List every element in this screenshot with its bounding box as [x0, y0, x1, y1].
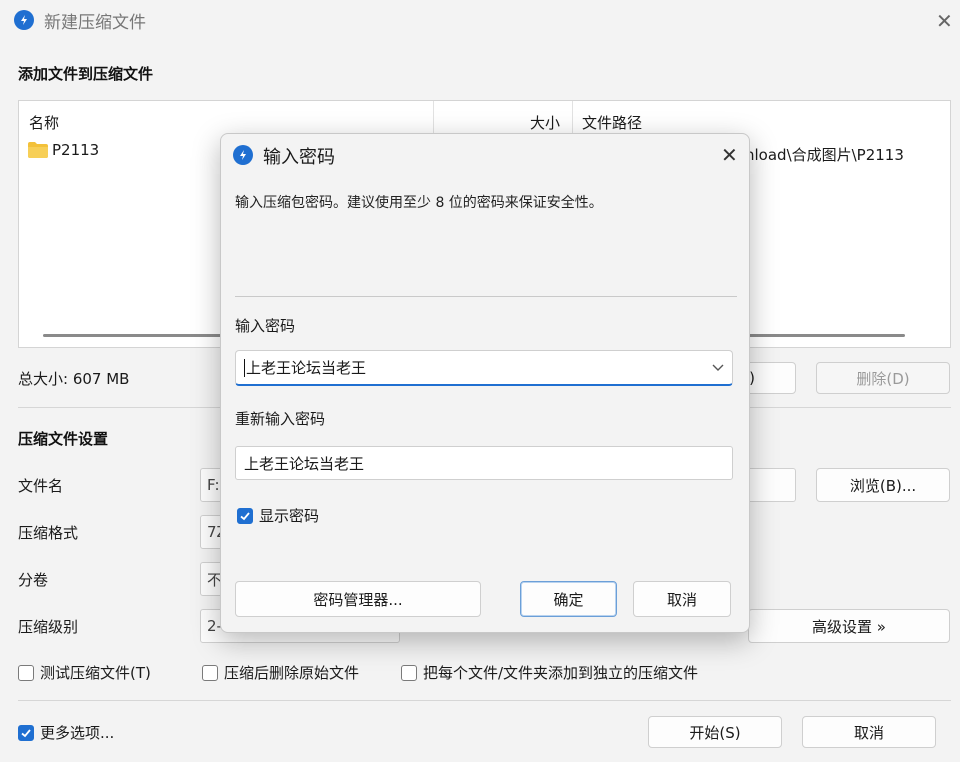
start-button-label: 开始(S)	[689, 723, 741, 742]
show-password-checkbox[interactable]	[237, 507, 253, 524]
settings-section-title: 压缩文件设置	[18, 430, 109, 448]
add-files-button-label: )	[749, 369, 755, 387]
show-password-label: 显示密码	[259, 507, 320, 525]
separate-archives-checkbox[interactable]	[401, 664, 417, 681]
more-options-option[interactable]: 更多选项...	[18, 722, 114, 743]
dialog-cancel-label: 取消	[666, 590, 697, 609]
level-label: 压缩级别	[18, 618, 79, 636]
file-name-cell: P2113	[52, 141, 100, 159]
advanced-settings-button[interactable]: 高级设置 »	[748, 609, 950, 643]
column-separator[interactable]	[572, 101, 573, 133]
dialog-cancel-button[interactable]: 取消	[633, 581, 731, 617]
footer-divider	[18, 700, 951, 701]
advanced-settings-label: 高级设置 »	[812, 617, 886, 636]
dialog-app-icon	[233, 145, 253, 165]
folder-icon	[28, 142, 48, 158]
column-header-size[interactable]: 大小	[530, 112, 560, 133]
total-size-text: 总大小: 607 MB	[18, 370, 130, 388]
table-row[interactable]: P2113	[27, 141, 99, 159]
delete-after-label: 压缩后删除原始文件	[224, 664, 360, 682]
password-manager-button[interactable]: 密码管理器...	[235, 581, 481, 617]
dialog-divider	[235, 296, 737, 297]
more-options-label: 更多选项...	[40, 724, 115, 742]
delete-button[interactable]: 删除(D)	[816, 362, 950, 394]
add-files-button[interactable]: )	[742, 362, 796, 394]
ok-button[interactable]: 确定	[520, 581, 617, 617]
file-path-cell: nload\合成图片\P2113	[745, 146, 904, 164]
filename-label: 文件名	[18, 477, 64, 495]
delete-after-checkbox[interactable]	[202, 664, 218, 681]
cancel-button[interactable]: 取消	[802, 716, 936, 748]
password-input[interactable]: 上老王论坛当老王	[235, 350, 733, 386]
format-label: 压缩格式	[18, 524, 79, 542]
reenter-password-value: 上老王论坛当老王	[244, 454, 365, 473]
test-archive-checkbox[interactable]	[18, 664, 34, 681]
password-dialog: 输入密码 ✕ 输入压缩包密码。建议使用至少 8 位的密码来保证安全性。 输入密码…	[220, 133, 750, 633]
add-files-section-title: 添加文件到压缩文件	[18, 65, 154, 83]
password-label: 输入密码	[235, 317, 296, 335]
test-archive-option[interactable]: 测试压缩文件(T)	[18, 662, 151, 683]
ok-button-label: 确定	[553, 590, 584, 609]
password-input-value: 上老王论坛当老王	[246, 359, 367, 377]
app-logo-icon	[14, 10, 34, 30]
password-manager-label: 密码管理器...	[313, 590, 403, 609]
test-archive-label: 测试压缩文件(T)	[40, 664, 151, 682]
more-options-checkbox[interactable]	[18, 724, 34, 741]
separate-archives-label: 把每个文件/文件夹添加到独立的压缩文件	[423, 664, 699, 682]
dialog-close-icon[interactable]: ✕	[721, 145, 738, 165]
checkmark-icon	[240, 511, 250, 520]
dialog-title: 输入密码	[263, 147, 335, 168]
window-close-icon[interactable]: ✕	[936, 11, 953, 31]
browse-button[interactable]: 浏览(B)...	[816, 468, 950, 502]
reenter-password-label: 重新输入密码	[235, 410, 326, 428]
separate-archives-option[interactable]: 把每个文件/文件夹添加到独立的压缩文件	[401, 662, 698, 683]
column-header-name[interactable]: 名称	[29, 112, 59, 133]
window-title: 新建压缩文件	[44, 13, 146, 33]
chevron-down-icon[interactable]	[712, 363, 724, 373]
browse-button-label: 浏览(B)...	[849, 476, 917, 495]
reenter-password-input[interactable]: 上老王论坛当老王	[235, 446, 733, 480]
dialog-description: 输入压缩包密码。建议使用至少 8 位的密码来保证安全性。	[235, 195, 603, 211]
delete-button-label: 删除(D)	[856, 369, 910, 388]
column-header-path[interactable]: 文件路径	[582, 112, 642, 133]
show-password-option[interactable]: 显示密码	[237, 505, 319, 526]
cancel-button-label: 取消	[853, 723, 884, 742]
volume-label: 分卷	[18, 571, 49, 589]
start-button[interactable]: 开始(S)	[648, 716, 782, 748]
checkmark-icon	[21, 728, 31, 737]
text-caret	[244, 358, 245, 377]
delete-after-option[interactable]: 压缩后删除原始文件	[202, 662, 359, 683]
column-separator[interactable]	[433, 101, 434, 133]
